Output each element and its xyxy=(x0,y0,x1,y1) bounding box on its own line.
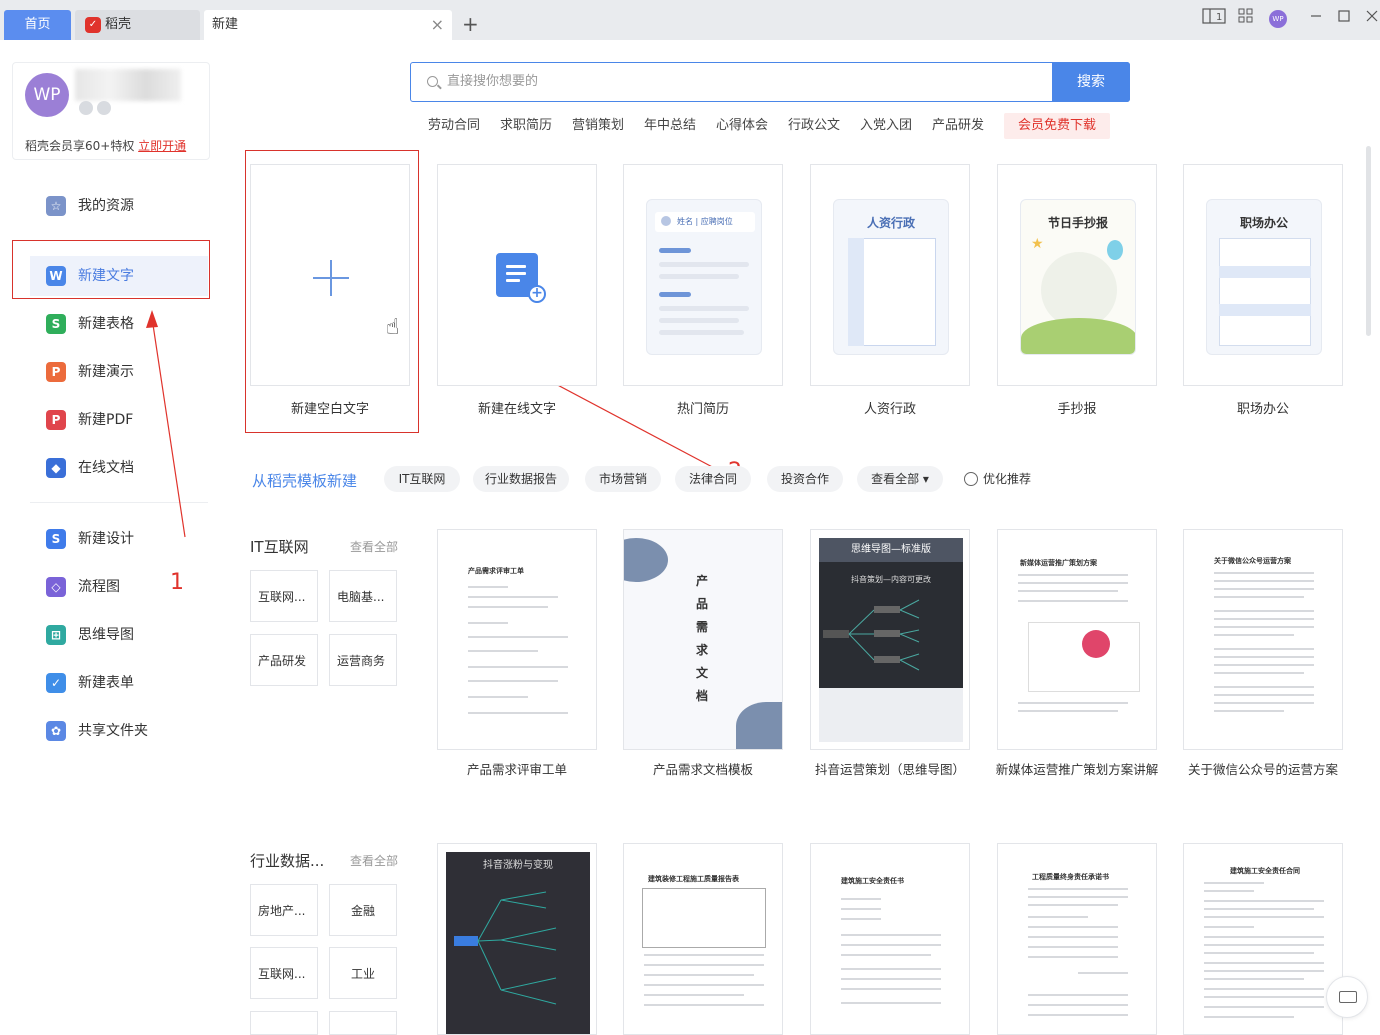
section-title-industry: 行业数据... xyxy=(250,852,325,870)
sub-chip[interactable]: 互联网... xyxy=(250,570,318,622)
new-online-doc-card[interactable]: + xyxy=(437,164,597,386)
hr-thumbnail: 人资行政 xyxy=(833,199,949,355)
thumb-subtitle: 抖音策划—内容可更改 xyxy=(851,575,931,584)
hand-cursor-icon: ☝ xyxy=(386,315,400,340)
thumb-title: 建筑装修工程施工质量报告表 xyxy=(648,875,739,883)
search-button[interactable]: 搜索 xyxy=(1052,61,1130,102)
template-label: 产品需求评审工单 xyxy=(466,762,567,777)
vip-free-download-button[interactable]: 会员免费下载 xyxy=(1004,113,1110,139)
category-chip[interactable]: 市场营销 xyxy=(585,466,661,492)
category-chip[interactable]: 投资合作 xyxy=(767,466,843,492)
resume-thumbnail: 姓名 | 应聘岗位 xyxy=(646,199,762,355)
template-card[interactable]: 产品需求文档 xyxy=(623,529,783,750)
see-all-it[interactable]: 查看全部 xyxy=(350,538,398,555)
sub-chip[interactable]: 房地产... xyxy=(250,884,318,936)
optimize-recommend-button[interactable]: 优化推荐 xyxy=(983,470,1031,487)
hr-admin-card[interactable]: 人资行政 xyxy=(810,164,970,386)
template-card[interactable]: 产品需求评审工单 xyxy=(437,529,597,750)
newspaper-thumb-title: 节日手抄报 xyxy=(1047,216,1108,230)
hot-resume-card[interactable]: 姓名 | 应聘岗位 xyxy=(623,164,783,386)
office-card[interactable]: 职场办公 xyxy=(1183,164,1343,386)
chat-icon xyxy=(1339,991,1357,1003)
sub-chip[interactable] xyxy=(329,1011,397,1035)
thumb-title: 抖音涨粉与变现 xyxy=(483,860,553,871)
thumb-title: 产品需求文档 xyxy=(696,574,709,703)
card-label-office: 职场办公 xyxy=(1236,402,1289,417)
see-all-industry[interactable]: 查看全部 xyxy=(350,852,398,869)
thumb-title: 产品需求评审工单 xyxy=(468,567,524,575)
office-thumbnail: 职场办公 xyxy=(1206,199,1322,355)
category-chip[interactable]: 法律合同 xyxy=(675,466,751,492)
thumb-title: 关于微信公众号运营方案 xyxy=(1214,557,1291,565)
card-label-newspaper: 手抄报 xyxy=(1057,402,1097,417)
category-chip[interactable]: 行业数据报告 xyxy=(473,466,569,492)
resume-thumb-text: 姓名 | 应聘岗位 xyxy=(677,217,733,226)
thumb-title: 工程质量终身责任承诺书 xyxy=(1032,873,1109,881)
template-label: 关于微信公众号的运营方案 xyxy=(1187,762,1338,777)
smile-icon xyxy=(964,472,978,486)
template-card[interactable]: 思维导图—标准版 抖音策划—内容可更改 xyxy=(810,529,970,750)
scrollbar[interactable] xyxy=(1366,146,1371,336)
hot-word-link[interactable]: 营销策划 xyxy=(572,116,624,136)
template-card[interactable]: 建筑装修工程施工质量报告表 xyxy=(623,843,783,1035)
thumb-title: 建筑施工安全责任合同 xyxy=(1230,867,1300,875)
template-card[interactable]: 建筑施工安全责任书 xyxy=(810,843,970,1035)
category-chip[interactable]: IT互联网 xyxy=(384,466,460,492)
sub-chip[interactable]: 电脑基... xyxy=(329,570,397,622)
template-label: 新媒体运营推广策划方案讲解 xyxy=(995,762,1159,777)
template-label: 抖音运营策划（思维导图） xyxy=(814,762,965,777)
hot-word-link[interactable]: 心得体会 xyxy=(716,116,768,136)
plus-icon xyxy=(313,260,349,296)
sub-chip[interactable]: 金融 xyxy=(329,884,397,936)
category-chip[interactable]: 查看全部 ▾ xyxy=(857,466,943,492)
sub-chip[interactable] xyxy=(250,1011,318,1035)
hot-word-link[interactable]: 年中总结 xyxy=(644,116,696,136)
hot-word-link[interactable]: 求职简历 xyxy=(500,116,552,136)
sub-chip[interactable]: 互联网... xyxy=(250,947,318,999)
hr-thumb-title: 人资行政 xyxy=(866,216,915,230)
card-label-hr: 人资行政 xyxy=(863,402,916,417)
search-icon xyxy=(427,76,438,87)
thumb-title: 建筑施工安全责任书 xyxy=(841,877,904,885)
hot-word-link[interactable]: 行政公文 xyxy=(788,116,840,136)
newspaper-thumbnail: 节日手抄报 ★ xyxy=(1020,199,1136,355)
office-thumb-title: 职场办公 xyxy=(1239,216,1288,230)
search-box: 搜索 xyxy=(410,61,1130,102)
online-doc-icon: + xyxy=(496,253,546,303)
template-label: 产品需求文档模板 xyxy=(652,762,753,777)
template-card[interactable]: 抖音涨粉与变现 xyxy=(437,843,597,1035)
thumb-title: 新媒体运营推广策划方案 xyxy=(1020,559,1097,567)
template-card[interactable]: 工程质量终身责任承诺书 xyxy=(997,843,1157,1035)
card-label-blank: 新建空白文字 xyxy=(290,402,369,417)
card-label-resume: 热门简历 xyxy=(676,402,729,417)
section-title-it: IT互联网 xyxy=(250,538,309,556)
thumb-title: 思维导图—标准版 xyxy=(819,538,963,562)
sub-chip[interactable]: 产品研发 xyxy=(250,634,318,686)
hot-word-link[interactable]: 产品研发 xyxy=(932,116,984,136)
search-input[interactable] xyxy=(447,63,1047,100)
from-daoke-template-link[interactable]: 从稻壳模板新建 xyxy=(252,470,357,491)
hot-word-link[interactable]: 入党入团 xyxy=(860,116,912,136)
card-label-online: 新建在线文字 xyxy=(477,402,556,417)
template-card[interactable]: 新媒体运营推广策划方案 xyxy=(997,529,1157,750)
arrow-label-1: 1 xyxy=(170,570,184,595)
hot-word-link[interactable]: 劳动合同 xyxy=(428,116,480,136)
feedback-float-button[interactable] xyxy=(1326,976,1368,1018)
template-card[interactable]: 关于微信公众号运营方案 xyxy=(1183,529,1343,750)
new-blank-doc-card[interactable]: ☝ xyxy=(250,164,410,386)
sub-chip[interactable]: 工业 xyxy=(329,947,397,999)
handwritten-newspaper-card[interactable]: 节日手抄报 ★ xyxy=(997,164,1157,386)
sub-chip[interactable]: 运营商务 xyxy=(329,634,397,686)
template-card[interactable]: 建筑施工安全责任合同 xyxy=(1183,843,1343,1035)
